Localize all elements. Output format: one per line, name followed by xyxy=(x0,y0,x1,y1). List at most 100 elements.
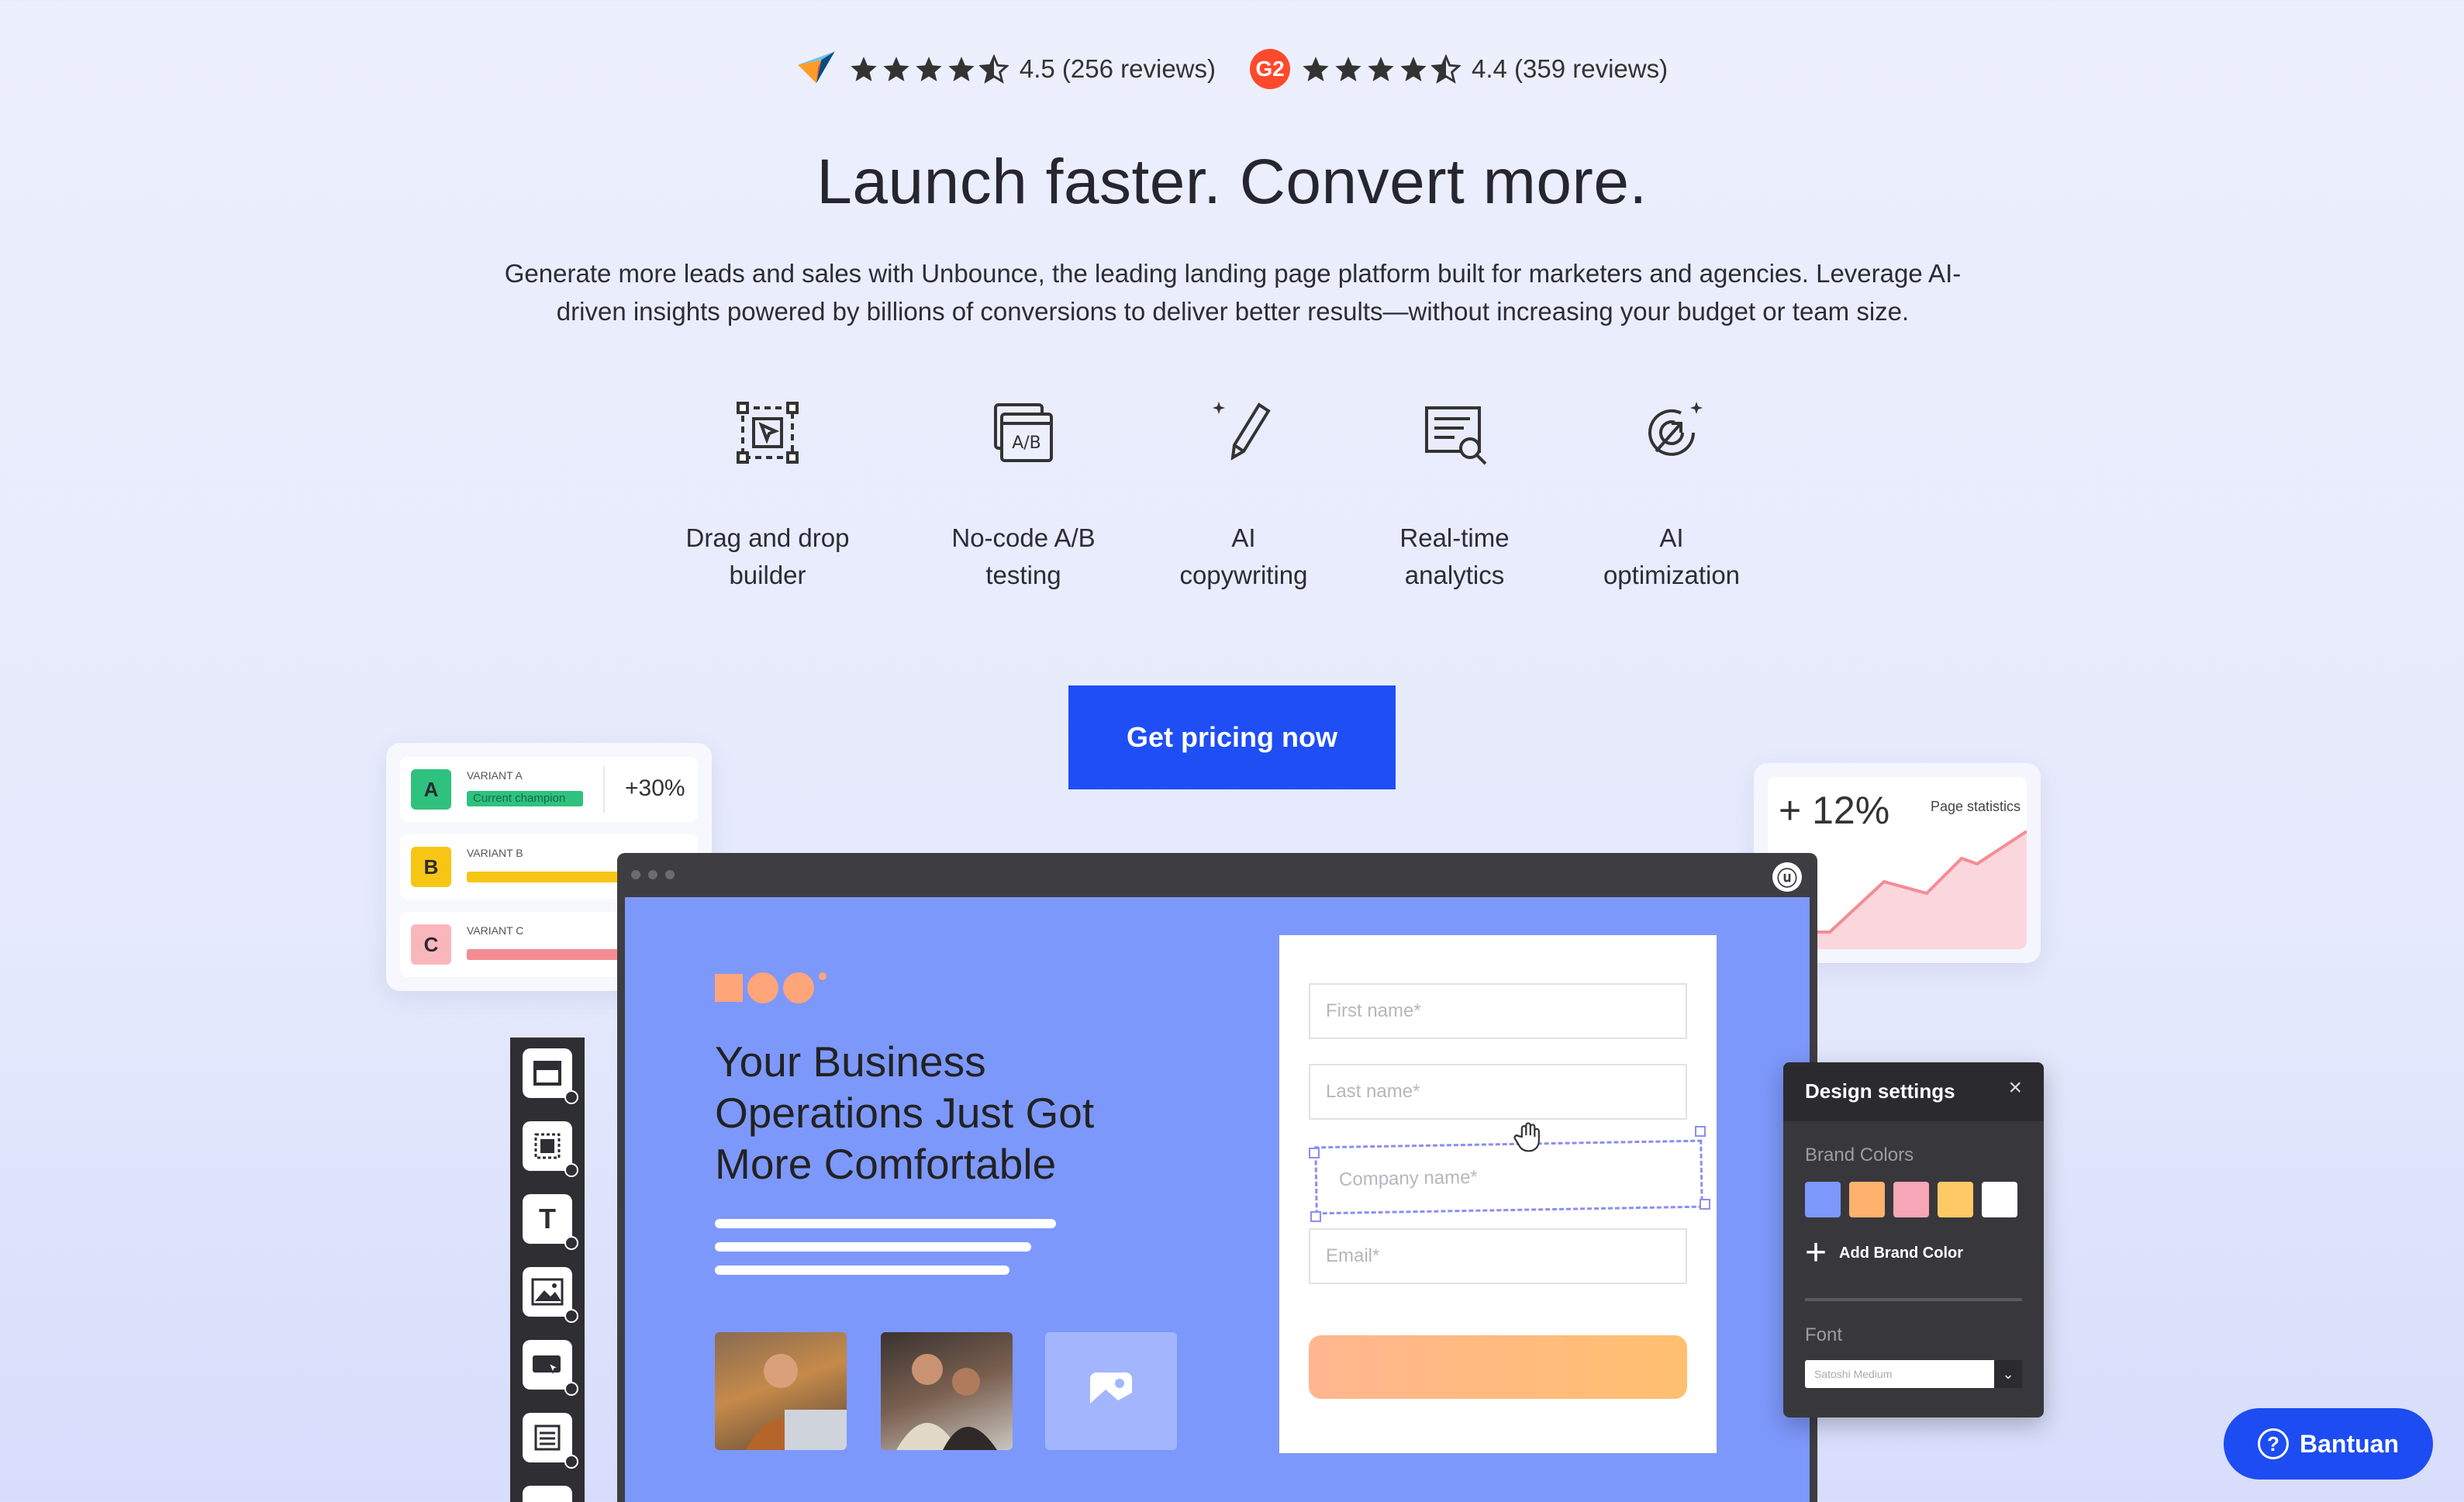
hero-title: Launch faster. Convert more. xyxy=(816,147,1648,217)
star-icon xyxy=(948,57,975,81)
resize-handle[interactable] xyxy=(1695,1126,1706,1137)
star-rating xyxy=(1301,54,1461,84)
close-icon[interactable]: × xyxy=(2008,1075,2022,1101)
section-icon xyxy=(533,1061,561,1086)
ai-target-icon xyxy=(1648,402,1703,456)
star-icon xyxy=(883,57,909,81)
half-star-icon xyxy=(978,54,1009,84)
feature-label-line1: AI xyxy=(1231,523,1256,552)
star-rating xyxy=(849,54,1009,84)
first-name-field[interactable]: First name* xyxy=(1309,983,1687,1039)
feature-drag-drop: Drag and drop builder xyxy=(667,395,868,594)
variant-name: VARIANT C xyxy=(467,924,524,937)
feature-label-line1: AI xyxy=(1659,523,1684,552)
image-icon xyxy=(1090,1373,1132,1410)
button-tool[interactable] xyxy=(523,1340,578,1396)
company-name-field[interactable]: Company name* xyxy=(1314,1139,1703,1215)
star-icon xyxy=(1368,57,1394,81)
plus-icon: + xyxy=(1805,1232,1827,1273)
feature-label-line2: testing xyxy=(985,561,1061,589)
divider xyxy=(1805,1298,2022,1301)
rating-capterra[interactable]: 4.5 (256 reviews) xyxy=(796,48,1216,90)
image-tool[interactable] xyxy=(523,1267,578,1323)
star-icon xyxy=(1335,57,1361,81)
color-swatch[interactable] xyxy=(1805,1182,1841,1217)
color-swatch[interactable] xyxy=(1982,1182,2017,1217)
feature-label-line2: builder xyxy=(729,561,806,589)
font-label: Font xyxy=(1805,1324,1843,1345)
resize-handle[interactable] xyxy=(1309,1148,1320,1158)
feature-ai-copywriting: AI copywriting xyxy=(1143,395,1344,594)
feature-analytics: Real-time analytics xyxy=(1354,395,1555,594)
form-icon xyxy=(534,1424,561,1451)
color-swatch[interactable] xyxy=(1893,1182,1929,1217)
feature-label-line2: analytics xyxy=(1404,561,1505,589)
champion-bar: Current champion xyxy=(467,791,583,806)
divider xyxy=(603,766,605,813)
mock-headline: Your Business Operations Just Got More C… xyxy=(715,1038,1095,1188)
lead-form: First name* Last name* Company name* Ema… xyxy=(1279,935,1717,1453)
resize-handle[interactable] xyxy=(1310,1211,1321,1222)
star-icon xyxy=(916,57,942,81)
variant-badge: A xyxy=(411,769,451,810)
rating-text: 4.4 (359 reviews) xyxy=(1472,54,1669,83)
text-line xyxy=(715,1242,1031,1252)
unbounce-logo-icon: ⓤ xyxy=(1772,862,1802,892)
color-swatch[interactable] xyxy=(1938,1182,1973,1217)
more-tool[interactable] xyxy=(523,1486,572,1502)
brand-logo xyxy=(715,972,827,1003)
last-name-field[interactable]: Last name* xyxy=(1309,1064,1687,1120)
image-placeholder xyxy=(1045,1332,1177,1450)
star-icon xyxy=(1400,57,1427,81)
ratings-row: 4.5 (256 reviews) G2 4.4 (359 reviews) xyxy=(0,48,2464,90)
help-button[interactable]: ? Bantuan xyxy=(2224,1408,2433,1480)
ab-testing-icon: A/B xyxy=(994,403,1053,462)
variant-row-a: A VARIANT A Current champion +30% xyxy=(400,757,698,822)
feature-list: Drag and drop builder A/B No-code A/B test… xyxy=(667,395,1799,605)
chevron-down-icon: ⌄ xyxy=(1994,1360,2022,1388)
star-icon xyxy=(1303,57,1329,81)
text-line xyxy=(715,1219,1056,1228)
add-brand-color-button[interactable]: + Add Brand Color xyxy=(1805,1232,1963,1273)
color-swatch[interactable] xyxy=(1849,1182,1885,1217)
hero-lead: Generate more leads and sales with Unbou… xyxy=(504,259,1962,326)
email-field[interactable]: Email* xyxy=(1309,1228,1687,1284)
image-icon xyxy=(531,1278,564,1306)
resize-handle[interactable] xyxy=(1700,1199,1710,1210)
submit-button[interactable] xyxy=(1309,1335,1687,1399)
feature-ab-testing: A/B No-code A/B testing xyxy=(923,395,1124,594)
rating-g2[interactable]: G2 4.4 (359 reviews) xyxy=(1250,49,1668,89)
feature-label-line1: No-code A/B xyxy=(951,523,1096,552)
get-pricing-button[interactable]: Get pricing now xyxy=(1068,685,1396,789)
form-tool[interactable] xyxy=(523,1413,578,1469)
capterra-logo-icon xyxy=(798,51,835,84)
g2-logo-icon: G2 xyxy=(1250,49,1290,89)
box-tool[interactable] xyxy=(523,1121,578,1177)
variant-name: VARIANT A xyxy=(467,769,523,782)
text-tool[interactable]: T xyxy=(523,1194,578,1250)
feature-label-line2: copywriting xyxy=(1179,561,1308,589)
variant-badge: C xyxy=(411,924,451,965)
text-icon: T xyxy=(539,1203,556,1234)
window-dots xyxy=(631,870,675,879)
star-icon xyxy=(851,57,877,81)
feature-label-line1: Real-time xyxy=(1399,523,1510,552)
uplift-value: +30% xyxy=(625,775,685,801)
text-line xyxy=(715,1265,1009,1275)
feature-label-line1: Drag and drop xyxy=(685,523,850,552)
help-label: Bantuan xyxy=(2300,1429,2399,1458)
variant-name: VARIANT B xyxy=(467,847,523,859)
font-value: Satoshi Medium xyxy=(1814,1368,1893,1380)
feature-ai-optimization: AI optimization xyxy=(1571,395,1772,594)
font-select[interactable]: Satoshi Medium ⌄ xyxy=(1805,1360,2022,1388)
ab-icon-text: A/B xyxy=(1012,433,1041,453)
half-star-icon xyxy=(1431,54,1461,84)
variant-badge: B xyxy=(411,847,451,887)
analytics-icon xyxy=(1425,406,1487,465)
box-icon xyxy=(534,1133,561,1159)
grab-cursor-icon xyxy=(1513,1122,1540,1152)
section-tool[interactable] xyxy=(523,1048,578,1104)
rating-text: 4.5 (256 reviews) xyxy=(1019,54,1216,83)
help-icon: ? xyxy=(2258,1428,2289,1459)
brand-colors-label: Brand Colors xyxy=(1805,1145,1914,1165)
